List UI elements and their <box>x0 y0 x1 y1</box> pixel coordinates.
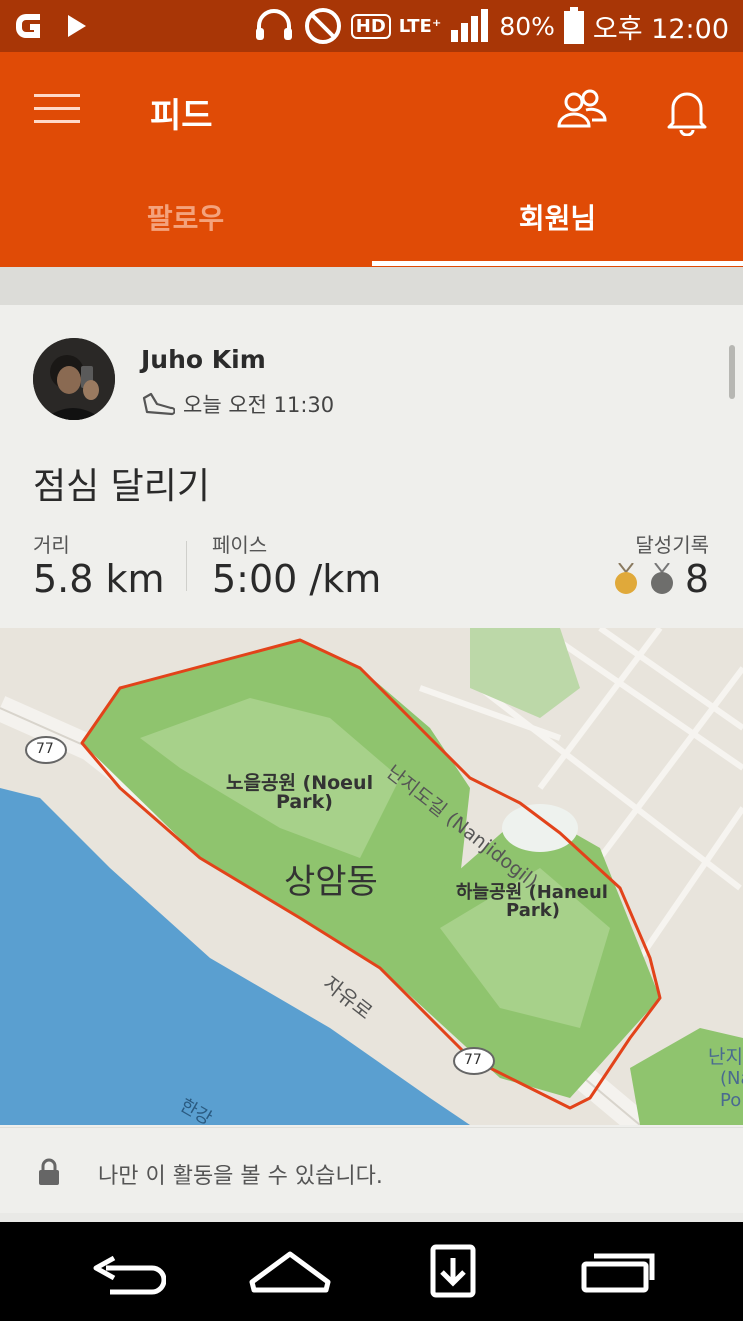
map-label: Po <box>720 1090 742 1111</box>
map-label: Park) <box>506 900 560 921</box>
page-title: 피드 <box>150 96 213 136</box>
active-tab-indicator <box>372 261 743 266</box>
activity-card[interactable]: Juho Kim 오늘 오전 11:30 점심 달리기 거리 5.8 km 페이… <box>0 305 743 1213</box>
activity-time: 오늘 오전 11:30 <box>183 393 335 417</box>
bell-icon <box>667 92 707 137</box>
recent-apps-icon <box>581 1253 655 1293</box>
app-logo-icon <box>16 14 40 38</box>
stat-divider <box>186 541 187 591</box>
home-icon <box>249 1251 331 1293</box>
pace-label: 페이스 <box>212 533 268 557</box>
shoe-icon <box>142 392 175 416</box>
feed-tabs: 팔로우 회원님 <box>0 167 743 267</box>
recent-apps-button[interactable] <box>580 1244 656 1304</box>
menu-button[interactable] <box>34 94 82 126</box>
privacy-notice: 나만 이 활동을 볼 수 있습니다. <box>0 1127 743 1213</box>
athlete-name[interactable]: Juho Kim <box>141 345 266 374</box>
scrollbar <box>729 345 735 399</box>
headset-icon <box>255 9 292 40</box>
activity-title[interactable]: 점심 달리기 <box>33 457 210 509</box>
status-bar: HD LTE⁺ 80% 오후 12:00 <box>0 0 743 52</box>
silver-medal-icon <box>650 563 673 594</box>
clock: 오후 12:00 <box>592 13 729 45</box>
feed-spacer <box>0 267 743 305</box>
lock-icon <box>39 1158 59 1185</box>
lte-indicator: LTE⁺ <box>398 15 442 37</box>
map-label: 상암동 <box>284 862 378 902</box>
achievements: 8 <box>613 557 709 601</box>
privacy-text: 나만 이 활동을 볼 수 있습니다. <box>98 1164 383 1189</box>
map-label: 77 <box>36 741 54 757</box>
distance-value: 5.8 km <box>33 557 165 601</box>
signal-icon <box>451 9 489 42</box>
back-button[interactable] <box>86 1244 167 1304</box>
achievements-count: 8 <box>684 557 709 601</box>
app-toolbar: 피드 <box>0 52 743 167</box>
play-store-icon <box>68 15 86 37</box>
download-tray-icon <box>430 1244 476 1298</box>
battery-icon <box>563 7 584 44</box>
find-friends-button[interactable] <box>556 88 608 132</box>
map-label: Park) <box>276 791 333 813</box>
activity-meta: 오늘 오전 11:30 <box>141 389 334 419</box>
home-button[interactable] <box>248 1244 332 1304</box>
distance-label: 거리 <box>33 533 70 557</box>
mute-icon <box>304 8 341 44</box>
notifications-button[interactable] <box>664 86 710 137</box>
back-icon <box>93 1255 167 1295</box>
pace-value: 5:00 /km <box>212 557 382 601</box>
tab-you[interactable]: 회원님 <box>372 167 743 267</box>
notification-tray-button[interactable] <box>428 1244 478 1304</box>
achievements-label: 달성기록 <box>635 533 709 557</box>
map-label: (Na <box>720 1068 743 1089</box>
tab-following[interactable]: 팔로우 <box>0 167 371 267</box>
avatar[interactable] <box>33 338 115 420</box>
people-icon <box>557 89 607 128</box>
battery-percent: 80% <box>499 11 555 41</box>
map-label: 난지 <box>708 1046 743 1068</box>
map-label: 77 <box>464 1052 482 1068</box>
activity-map[interactable]: 77 77 노을공원 (Noeul Park) 상암동 하늘공원 (Haneul… <box>0 628 743 1125</box>
hd-badge: HD <box>350 13 391 39</box>
system-nav-bar <box>0 1222 743 1321</box>
gold-medal-icon <box>614 563 637 594</box>
